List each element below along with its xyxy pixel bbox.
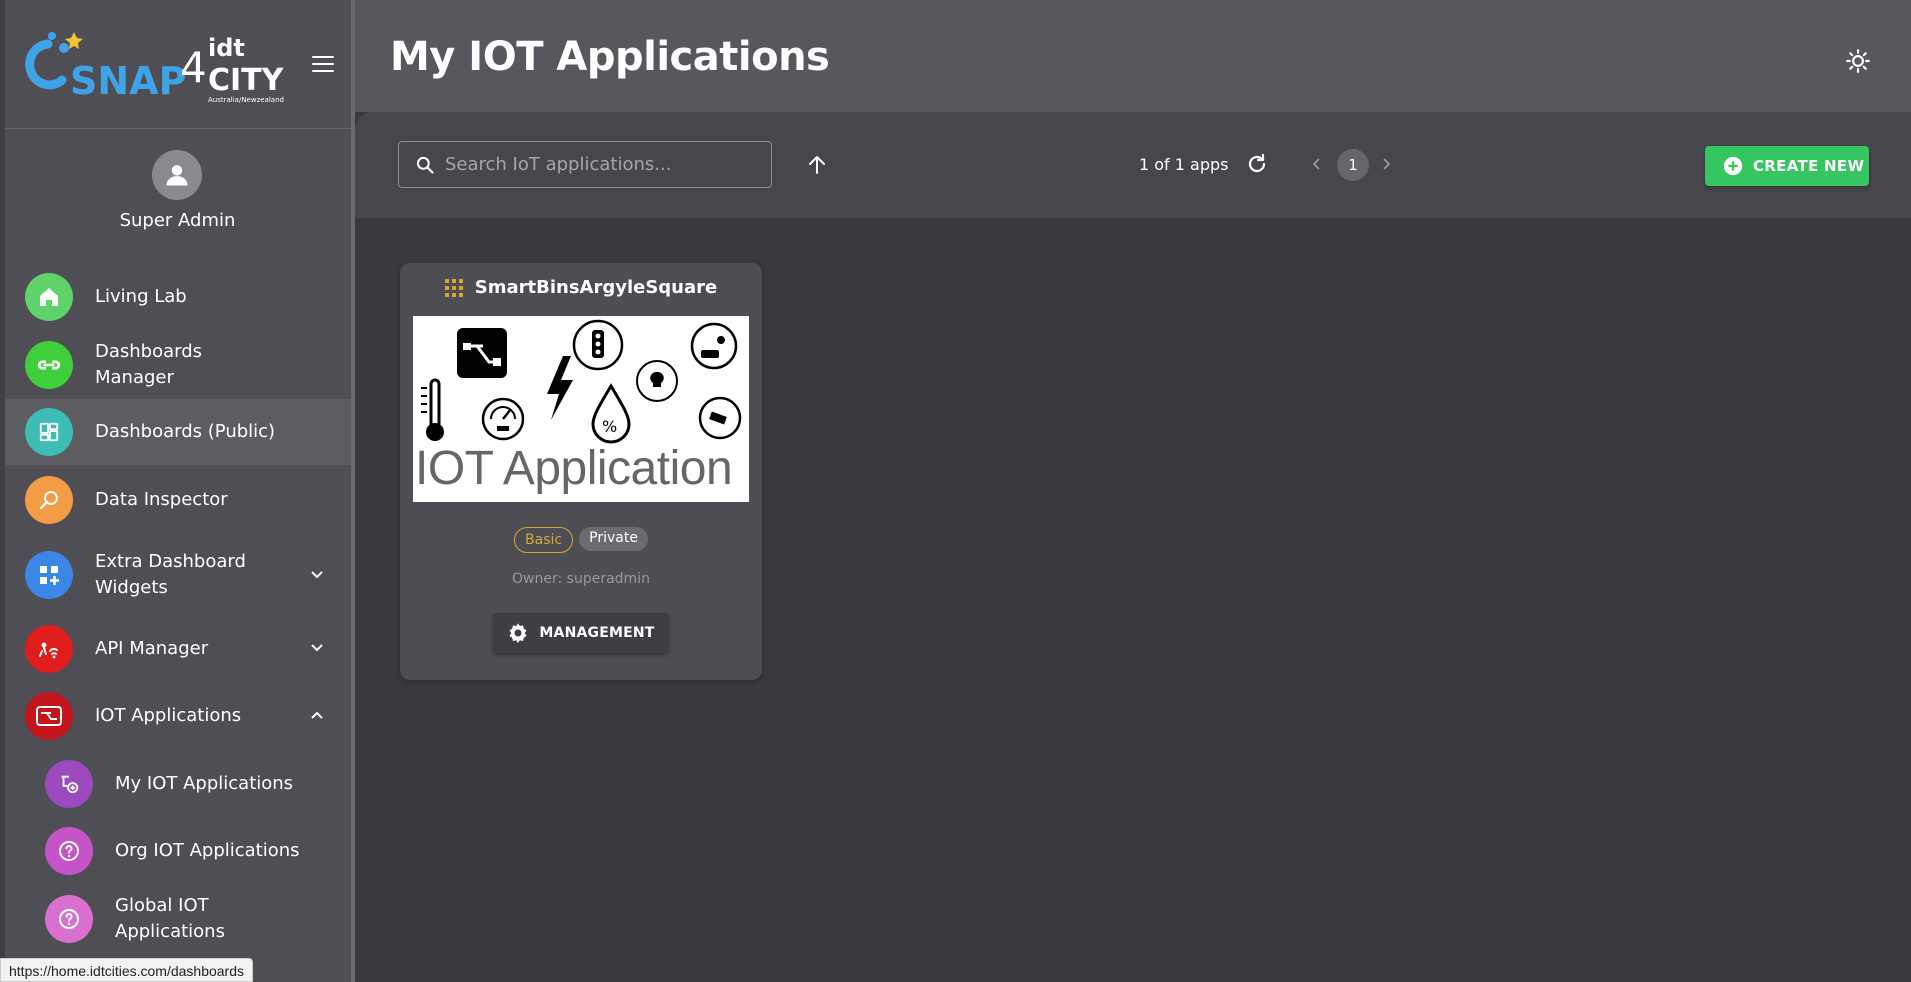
svg-text:idt: idt: [208, 34, 245, 62]
management-label: MANAGEMENT: [539, 625, 655, 641]
svg-text:Australia/Newzealand: Australia/Newzealand: [208, 96, 284, 104]
sidebar-item-label: Living Lab: [95, 286, 187, 307]
page-title: My IOT Applications: [390, 34, 830, 80]
badges: Basic Private: [400, 527, 762, 553]
sidebar-item-label: Global IOT Applications: [115, 895, 225, 942]
sidebar-item-iot-applications[interactable]: IOT Applications: [5, 683, 351, 749]
grid-icon: [444, 278, 463, 297]
plus-circle-icon: [1723, 156, 1743, 176]
results-count: 1 of 1 apps: [1139, 155, 1229, 174]
sidebar-item-my-iot-applications[interactable]: My IOT Applications: [5, 751, 351, 817]
sidebar-item-living-lab[interactable]: Living Lab: [5, 264, 351, 330]
menu-toggle-icon[interactable]: [312, 56, 334, 74]
thumbnail-label: IOT Application: [415, 442, 733, 495]
management-button[interactable]: MANAGEMENT: [493, 613, 669, 653]
sidebar-item-global-iot-applications[interactable]: Global IOT Applications: [5, 886, 351, 952]
sidebar-item-label: IOT Applications: [95, 705, 242, 726]
chevron-left-icon[interactable]: [1310, 156, 1324, 172]
refresh-icon[interactable]: [1245, 152, 1269, 176]
api-icon: [25, 625, 73, 673]
status-bar-url: https://home.idtcities.com/dashboards: [0, 958, 254, 982]
sidebar-item-label: Org IOT Applications: [115, 840, 300, 861]
search-box[interactable]: [398, 141, 772, 188]
sidebar-item-data-inspector[interactable]: Data Inspector: [5, 467, 351, 533]
sidebar: SNAP 4 idt CITY Australia/Newzealand Sup…: [0, 0, 355, 982]
link-icon: [25, 341, 73, 389]
create-new-button[interactable]: CREATE NEW: [1705, 146, 1869, 186]
owner-text: Owner: superadmin: [512, 571, 650, 587]
sidebar-item-label: Data Inspector: [95, 489, 228, 510]
sidebar-item-label: Extra Dashboard Widgets: [95, 551, 246, 598]
sidebar-item-dashboards-manager[interactable]: Dashboards Manager: [5, 332, 351, 398]
app-card-title: SmartBinsArgyleSquare: [400, 277, 762, 298]
user-name: Super Admin: [119, 210, 236, 231]
sidebar-item-label: Dashboards Manager: [95, 341, 203, 388]
gear-icon: [509, 623, 527, 643]
app-card[interactable]: SmartBinsArgyleSquare % IOT Application …: [400, 263, 762, 680]
sidebar-divider: [5, 128, 351, 129]
sidebar-item-extra-dashboard-widgets[interactable]: Extra Dashboard Widgets: [5, 541, 351, 609]
page-header: My IOT Applications: [355, 0, 1911, 112]
chevron-right-icon[interactable]: [1379, 156, 1393, 172]
create-new-label: CREATE NEW: [1753, 157, 1865, 175]
sidebar-item-org-iot-applications[interactable]: Org IOT Applications: [5, 818, 351, 884]
app-thumbnail[interactable]: % IOT Application: [413, 316, 749, 502]
search-input[interactable]: [445, 154, 765, 175]
sidebar-item-label: Dashboards (Public): [95, 421, 276, 442]
chevron-down-icon[interactable]: [309, 567, 325, 583]
toolbar: 1 of 1 apps 1 CREATE NEW: [355, 112, 1911, 218]
home-icon: [25, 273, 73, 321]
sidebar-item-label: My IOT Applications: [115, 773, 294, 794]
user-icon: [166, 165, 188, 186]
help-icon: [45, 827, 93, 875]
flow-add-icon: [45, 760, 93, 808]
sun-icon[interactable]: [1845, 48, 1871, 74]
level-badge: Basic: [514, 527, 574, 553]
sidebar-item-label: API Manager: [95, 638, 209, 659]
dashboard-icon: [25, 408, 73, 456]
sidebar-item-api-manager[interactable]: API Manager: [5, 616, 351, 682]
chevron-down-icon[interactable]: [309, 640, 325, 656]
sidebar-item-dashboards-public[interactable]: Dashboards (Public): [5, 399, 351, 465]
search-icon: [416, 156, 434, 174]
svg-text:CITY: CITY: [208, 63, 285, 98]
help-icon: [45, 895, 93, 943]
sort-arrow-up-icon[interactable]: [805, 153, 829, 177]
visibility-badge: Private: [579, 527, 648, 551]
chevron-up-icon[interactable]: [309, 707, 325, 723]
app-name: SmartBinsArgyleSquare: [474, 277, 718, 298]
svg-text:4: 4: [180, 43, 207, 92]
widgets-add-icon: [25, 551, 73, 599]
iot-app-icon: [25, 692, 73, 740]
avatar[interactable]: [152, 150, 202, 200]
pagination-page[interactable]: 1: [1337, 149, 1369, 181]
snap4city-logo[interactable]: SNAP 4 idt CITY Australia/Newzealand: [22, 22, 302, 106]
svg-text:SNAP: SNAP: [70, 59, 186, 103]
search-icon: [25, 476, 73, 524]
svg-text:%: %: [602, 417, 617, 436]
